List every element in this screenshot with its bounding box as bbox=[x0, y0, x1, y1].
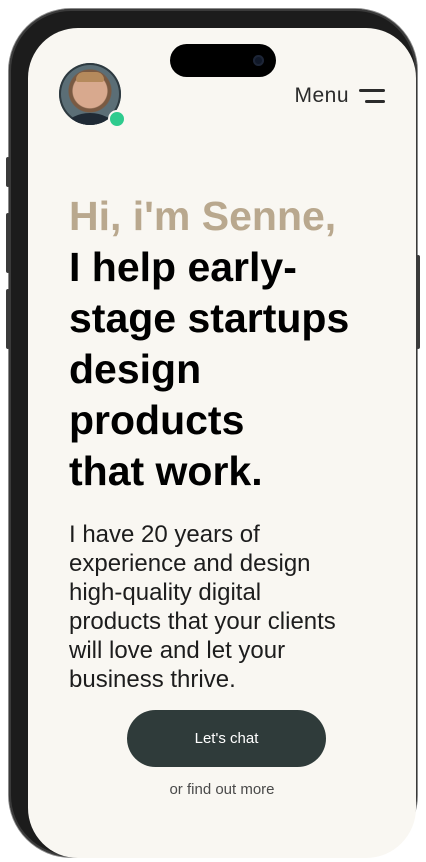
tagline-line: stage startups bbox=[69, 295, 350, 341]
intro-line: experience and design bbox=[69, 550, 311, 577]
intro-line: I have 20 years of bbox=[69, 521, 260, 548]
menu-label: Menu bbox=[294, 84, 349, 107]
hero-headline: Hi, i'm Senne, I help early- stage start… bbox=[69, 191, 389, 497]
hamburger-icon bbox=[359, 88, 385, 104]
intro-line: high-quality digital bbox=[69, 579, 262, 606]
avatar-shirt bbox=[67, 113, 113, 125]
dynamic-island bbox=[170, 44, 276, 77]
phone-screen: Menu Hi, i'm Senne, I help early- stage … bbox=[28, 28, 416, 858]
menu-button[interactable]: Menu bbox=[294, 84, 385, 108]
volume-down-button bbox=[6, 289, 10, 349]
online-status-dot bbox=[108, 110, 126, 128]
volume-up-button bbox=[6, 213, 10, 273]
hero-greeting: Hi, i'm Senne, bbox=[69, 193, 337, 239]
find-out-more-link[interactable]: or find out more bbox=[28, 781, 416, 798]
hero-intro: I have 20 years of experience and design… bbox=[69, 520, 379, 694]
lets-chat-button[interactable]: Let's chat bbox=[127, 710, 326, 767]
front-camera bbox=[253, 55, 264, 66]
tagline-line: I help early- bbox=[69, 244, 297, 290]
phone-frame: Menu Hi, i'm Senne, I help early- stage … bbox=[6, 9, 420, 858]
intro-line: will love and let your bbox=[69, 637, 286, 664]
avatar-hair bbox=[76, 72, 104, 82]
side-button bbox=[6, 157, 10, 187]
intro-line: products that your clients bbox=[69, 608, 336, 635]
intro-line: business thrive. bbox=[69, 666, 236, 693]
tagline-line: that work. bbox=[69, 448, 263, 494]
hero-tagline: I help early- stage startups design prod… bbox=[69, 242, 389, 497]
tagline-line: design bbox=[69, 346, 202, 392]
power-button bbox=[416, 255, 420, 349]
tagline-line: products bbox=[69, 397, 245, 443]
